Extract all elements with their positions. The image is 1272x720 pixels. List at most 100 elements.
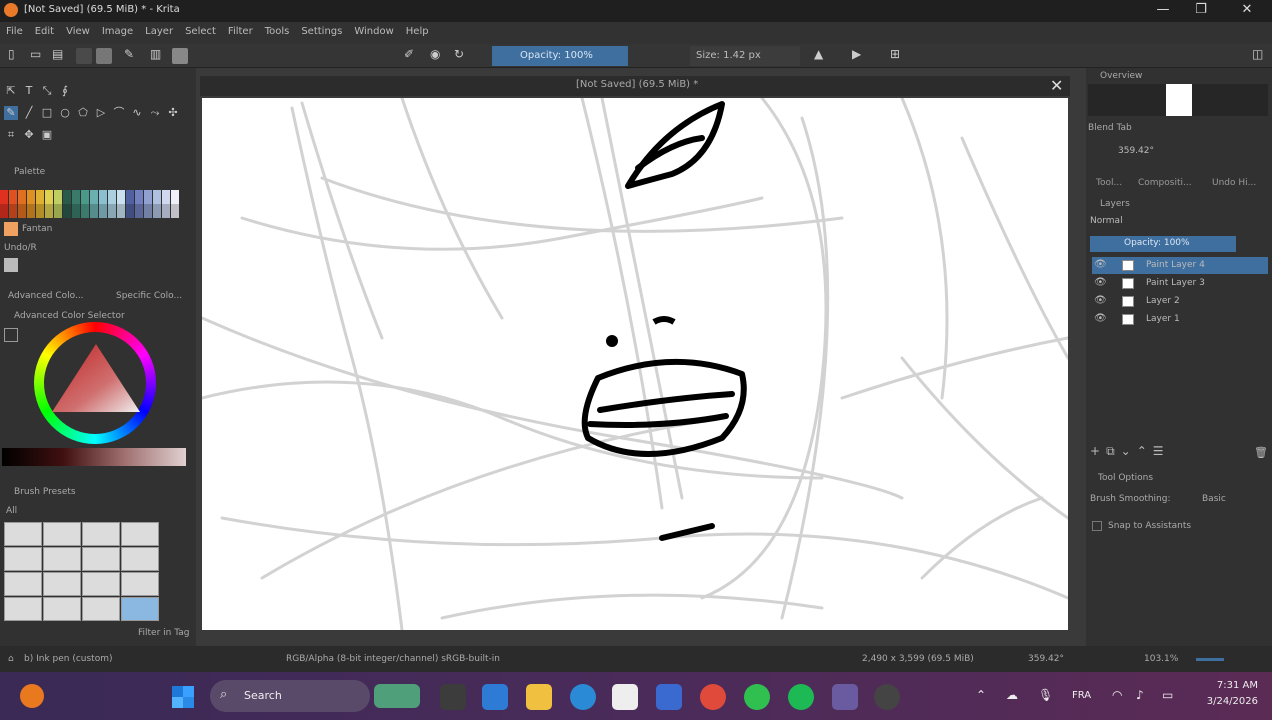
zoom-slider[interactable] <box>1196 658 1224 661</box>
delete-layer-icon[interactable]: 🗑 <box>1254 446 1268 459</box>
eraser-icon[interactable]: ✐ <box>404 47 414 61</box>
palette-swatch[interactable] <box>0 204 8 218</box>
palette-swatch[interactable] <box>27 190 35 204</box>
eye-icon[interactable]: 👁 <box>1094 313 1107 324</box>
whatsapp-icon[interactable] <box>744 684 770 710</box>
palette-swatch[interactable] <box>72 204 80 218</box>
line-tool-icon[interactable]: ╱ <box>22 106 36 120</box>
palette-swatch[interactable] <box>45 204 53 218</box>
obs-icon[interactable] <box>874 684 900 710</box>
color-selector-settings-icon[interactable] <box>4 328 18 342</box>
brush-preset-tile[interactable] <box>82 547 120 571</box>
edit-shapes-tool-icon[interactable]: ⤡ <box>40 84 54 98</box>
krita-taskbar-icon[interactable] <box>832 684 858 710</box>
brush-preset-tile[interactable] <box>82 522 120 546</box>
value-bar[interactable] <box>2 448 186 466</box>
palette-swatches[interactable] <box>0 190 182 218</box>
brush-preset-tile[interactable] <box>43 572 81 596</box>
palette-swatch[interactable] <box>171 204 179 218</box>
layer-opacity-slider[interactable]: Opacity: 100% <box>1090 236 1236 252</box>
palette-swatch[interactable] <box>171 190 179 204</box>
duplicate-layer-icon[interactable]: ⧉ <box>1106 444 1121 458</box>
palette-swatch[interactable] <box>108 190 116 204</box>
saturation-triangle[interactable] <box>48 340 144 420</box>
menu-file[interactable]: File <box>0 22 29 41</box>
brush-smoothing-select[interactable]: Basic <box>1202 494 1226 504</box>
opacity-slider[interactable]: Opacity: 100% <box>492 46 628 66</box>
brush-preset-tile[interactable] <box>4 547 42 571</box>
gradient-swatch-icon[interactable] <box>76 48 92 64</box>
polyline-tool-icon[interactable]: ▷ <box>94 106 108 120</box>
palette-swatch[interactable] <box>81 204 89 218</box>
palette-swatch[interactable] <box>144 204 152 218</box>
file-explorer-icon[interactable] <box>526 684 552 710</box>
mirror-vertical-icon[interactable]: ▶ <box>852 47 861 61</box>
menu-layer[interactable]: Layer <box>139 22 179 41</box>
brush-preset-tile[interactable] <box>43 597 81 621</box>
menu-edit[interactable]: Edit <box>29 22 60 41</box>
new-document-icon[interactable]: ▯ <box>8 47 15 61</box>
eye-icon[interactable]: 👁 <box>1094 295 1107 306</box>
task-view-icon[interactable] <box>440 684 466 710</box>
palette-swatch[interactable] <box>162 204 170 218</box>
palette-swatch[interactable] <box>135 204 143 218</box>
move-tool-icon[interactable]: ✥ <box>22 128 36 142</box>
palette-swatch[interactable] <box>18 204 26 218</box>
menu-filter[interactable]: Filter <box>222 22 259 41</box>
palette-swatch[interactable] <box>90 204 98 218</box>
volume-icon[interactable]: ♪ <box>1136 688 1144 702</box>
multibrush-tool-icon[interactable]: ✣ <box>166 106 180 120</box>
brush-preset-icon[interactable]: ✎ <box>124 47 134 61</box>
edge-browser-icon[interactable] <box>570 684 596 710</box>
tab-specific-color[interactable]: Specific Colo... <box>116 291 182 301</box>
calligraphy-tool-icon[interactable]: ∮ <box>58 84 72 98</box>
brush-preset-tile[interactable] <box>121 547 159 571</box>
layer-row[interactable]: 👁 Layer 1 <box>1092 311 1268 328</box>
eye-icon[interactable]: 👁 <box>1094 277 1107 288</box>
brush-preset-tile[interactable] <box>121 597 159 621</box>
crop-tool-icon[interactable]: ⌗ <box>4 128 18 142</box>
layer-row[interactable]: 👁 Layer 2 <box>1092 293 1268 310</box>
menu-select[interactable]: Select <box>179 22 222 41</box>
brush-preset-tile[interactable] <box>4 572 42 596</box>
brush-preset-tile[interactable] <box>4 597 42 621</box>
brush-preset-tile[interactable] <box>82 597 120 621</box>
tab-tool-options[interactable]: Tool... <box>1096 178 1122 188</box>
palette-swatch-selected[interactable] <box>4 222 18 236</box>
brush-tip-icon[interactable] <box>172 48 188 64</box>
palette-swatch[interactable] <box>0 190 8 204</box>
layer-row[interactable]: 👁 Paint Layer 3 <box>1092 275 1268 292</box>
add-layer-icon[interactable]: + <box>1090 444 1106 458</box>
freehand-brush-tool-icon[interactable]: ✎ <box>4 106 18 120</box>
brush-preset-tile[interactable] <box>4 522 42 546</box>
layer-properties-icon[interactable]: ☰ <box>1153 444 1170 458</box>
menu-tools[interactable]: Tools <box>259 22 296 41</box>
taskbar-search[interactable]: ⌕ Search <box>210 680 420 712</box>
status-zoom[interactable]: 103.1% <box>1144 654 1178 664</box>
palette-swatch[interactable] <box>153 204 161 218</box>
weather-widget-icon[interactable] <box>20 684 44 708</box>
palette-swatch[interactable] <box>54 190 62 204</box>
mirror-horizontal-icon[interactable]: ▲ <box>814 47 823 61</box>
copilot-icon[interactable] <box>482 684 508 710</box>
rotation-input[interactable]: 359.42° <box>1118 146 1154 156</box>
freehand-path-tool-icon[interactable]: ∿ <box>130 106 144 120</box>
open-document-icon[interactable]: ▭ <box>30 47 41 61</box>
menu-image[interactable]: Image <box>96 22 139 41</box>
brush-preset-tile[interactable] <box>43 522 81 546</box>
palette-swatch[interactable] <box>81 190 89 204</box>
document-tab[interactable]: [Not Saved] (69.5 MiB) * ✕ <box>200 76 1070 96</box>
brush-preset-tile[interactable] <box>43 547 81 571</box>
chrome-icon[interactable] <box>700 684 726 710</box>
brush-filter-select[interactable]: All <box>6 506 17 516</box>
brush-preset-tile[interactable] <box>82 572 120 596</box>
blend-mode-icon[interactable]: ▥ <box>150 47 161 61</box>
palette-swatch[interactable] <box>36 204 44 218</box>
fill-tool-icon[interactable]: ▣ <box>40 128 54 142</box>
save-document-icon[interactable]: ▤ <box>52 47 63 61</box>
blend-mode-select[interactable]: Normal <box>1090 216 1123 226</box>
ellipse-tool-icon[interactable]: ○ <box>58 106 72 120</box>
spotify-icon[interactable] <box>788 684 814 710</box>
tab-compositions[interactable]: Compositi... <box>1138 178 1192 188</box>
menu-help[interactable]: Help <box>400 22 435 41</box>
